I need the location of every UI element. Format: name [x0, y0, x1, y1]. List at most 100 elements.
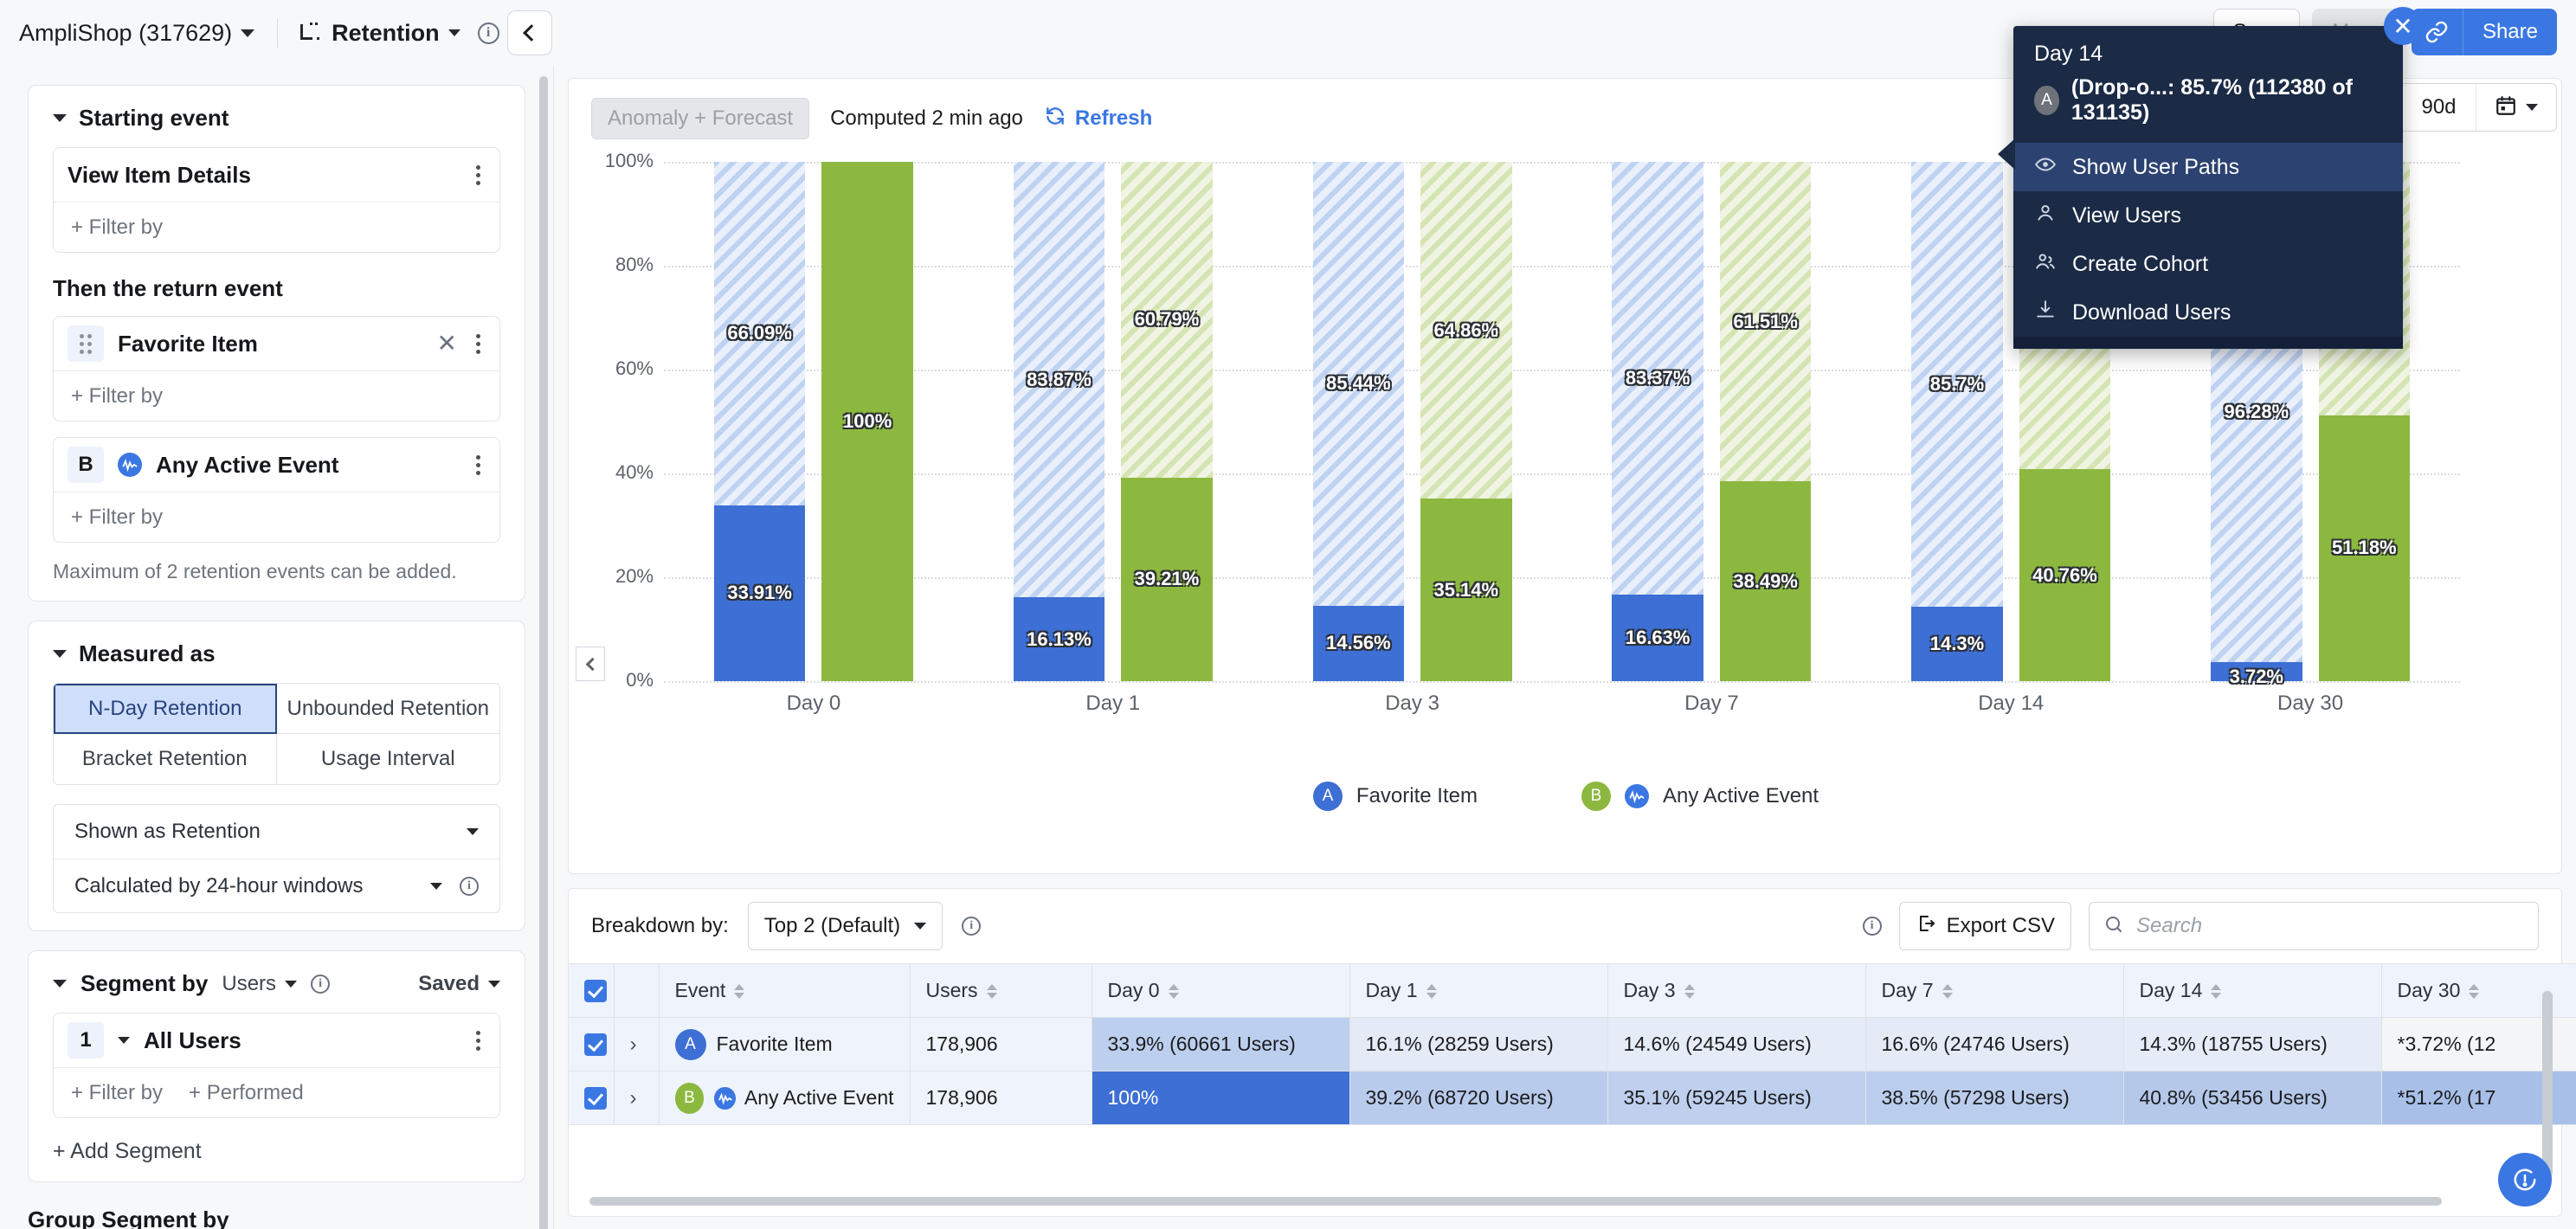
- calculated-by-dropdown[interactable]: Calculated by 24-hour windows i: [54, 859, 499, 912]
- share-button[interactable]: Share: [2463, 9, 2557, 55]
- col-day-0[interactable]: Day 0: [1092, 964, 1349, 1018]
- col-day-1[interactable]: Day 1: [1349, 964, 1607, 1018]
- info-icon[interactable]: i: [1863, 917, 1882, 936]
- help-fab-button[interactable]: [2498, 1153, 2552, 1206]
- shown-as-dropdown[interactable]: Shown as Retention: [54, 805, 499, 859]
- bar-series-a[interactable]: 85.44%14.56%: [1313, 162, 1404, 681]
- col-day-7[interactable]: Day 7: [1865, 964, 2123, 1018]
- return-event-b-row[interactable]: B Any Active Event: [54, 438, 499, 492]
- bar-series-a[interactable]: 83.87%16.13%: [1014, 162, 1104, 681]
- bar-retained[interactable]: 35.14%: [1420, 499, 1511, 681]
- search-box[interactable]: [2089, 902, 2539, 950]
- range-90d-button[interactable]: 90d: [2402, 84, 2476, 131]
- add-segment-link[interactable]: + Add Segment: [29, 1118, 525, 1164]
- filter-by-link[interactable]: + Filter by: [71, 1081, 163, 1105]
- more-options-icon[interactable]: [471, 329, 486, 359]
- bar-dropped[interactable]: 64.86%: [1420, 162, 1511, 499]
- table-horizontal-scrollbar[interactable]: [589, 1197, 2442, 1206]
- bar-retained[interactable]: 100%: [821, 162, 912, 681]
- measured-as-header[interactable]: Measured as: [29, 640, 525, 683]
- bar-retained[interactable]: 39.21%: [1121, 478, 1212, 681]
- col-event[interactable]: Event: [659, 964, 910, 1018]
- menu-item-create-cohort[interactable]: Create Cohort: [2013, 240, 2403, 288]
- col-day-14[interactable]: Day 14: [2123, 964, 2381, 1018]
- chart-type-selector[interactable]: Retention: [300, 20, 460, 47]
- bar-series-b[interactable]: 60.79%39.21%: [1121, 162, 1212, 681]
- drag-handle[interactable]: [68, 325, 104, 362]
- row-expand-cell[interactable]: ›: [614, 1071, 659, 1125]
- bar-retained[interactable]: 16.13%: [1014, 597, 1104, 681]
- bar-retained[interactable]: 3.72%: [2211, 662, 2302, 681]
- row-checkbox[interactable]: [584, 1033, 607, 1056]
- close-icon[interactable]: ✕: [2384, 7, 2422, 45]
- bar-series-a[interactable]: 83.37%16.63%: [1612, 162, 1703, 681]
- info-icon[interactable]: i: [311, 975, 330, 994]
- col-users[interactable]: Users: [910, 964, 1092, 1018]
- bar-dropped[interactable]: 83.37%: [1612, 162, 1703, 595]
- starting-event-header[interactable]: Starting event: [29, 105, 525, 147]
- bar-retained[interactable]: 38.49%: [1720, 481, 1811, 681]
- row-expand-cell[interactable]: ›: [614, 1018, 659, 1071]
- remove-event-icon[interactable]: ✕: [437, 331, 457, 356]
- refresh-button[interactable]: Refresh: [1044, 105, 1152, 133]
- legend-item-b[interactable]: B Any Active Event: [1581, 782, 1819, 811]
- row-checkbox[interactable]: [584, 1087, 607, 1110]
- menu-item-download-users[interactable]: Download Users: [2013, 288, 2403, 337]
- bar-dropped[interactable]: 60.79%: [1121, 162, 1212, 478]
- bar-series-a[interactable]: 85.7%14.3%: [1911, 162, 2002, 681]
- bar-retained[interactable]: 14.3%: [1911, 607, 2002, 681]
- export-csv-button[interactable]: Export CSV: [1899, 902, 2071, 950]
- bar-dropped[interactable]: 66.09%: [714, 162, 805, 505]
- info-icon[interactable]: i: [962, 917, 981, 936]
- menu-item-view-users[interactable]: View Users: [2013, 191, 2403, 240]
- collapse-sidebar-button[interactable]: [507, 10, 552, 55]
- info-icon[interactable]: i: [460, 877, 479, 896]
- bar-retained[interactable]: 14.56%: [1313, 606, 1404, 681]
- bar-retained[interactable]: 51.18%: [2319, 415, 2410, 681]
- sidebar: Starting event View Item Details + Filte…: [0, 66, 554, 1229]
- chevron-down-icon[interactable]: [118, 1037, 130, 1044]
- saved-dropdown[interactable]: Saved: [418, 972, 500, 996]
- starting-event-row[interactable]: View Item Details: [54, 148, 499, 202]
- table-row[interactable]: › B Any Active Event 178,906 100% 39.2% …: [569, 1071, 2576, 1125]
- project-selector[interactable]: AmpliShop (317629): [19, 20, 254, 47]
- segment-unit-dropdown[interactable]: Users: [222, 972, 297, 996]
- anomaly-forecast-button[interactable]: Anomaly + Forecast: [591, 98, 809, 139]
- filter-by-link[interactable]: + Filter by: [71, 216, 163, 240]
- bar-dropped[interactable]: 61.51%: [1720, 162, 1811, 481]
- option-n-day-retention[interactable]: N-Day Retention: [54, 684, 277, 734]
- table-row[interactable]: › AFavorite Item 178,906 33.9% (60661 Us…: [569, 1018, 2576, 1071]
- more-options-icon[interactable]: [471, 1026, 486, 1056]
- return-event-a-row[interactable]: Favorite Item ✕: [54, 317, 499, 370]
- table-vertical-scrollbar[interactable]: [2542, 991, 2553, 1178]
- calendar-picker-button[interactable]: [2476, 84, 2556, 131]
- bar-retained[interactable]: 33.91%: [714, 505, 805, 681]
- option-bracket-retention[interactable]: Bracket Retention: [54, 734, 277, 784]
- select-all-checkbox[interactable]: [584, 980, 607, 1002]
- more-options-icon[interactable]: [471, 450, 486, 480]
- filter-by-link[interactable]: + Filter by: [71, 384, 163, 409]
- bar-retained[interactable]: 16.63%: [1612, 595, 1703, 681]
- sidebar-scrollbar[interactable]: [539, 76, 548, 1229]
- filter-by-link[interactable]: + Filter by: [71, 505, 163, 530]
- bar-retained[interactable]: 40.76%: [2019, 469, 2110, 681]
- chevron-down-icon[interactable]: [53, 980, 67, 988]
- col-day-3[interactable]: Day 3: [1607, 964, 1865, 1018]
- performed-link[interactable]: + Performed: [189, 1081, 304, 1105]
- option-unbounded-retention[interactable]: Unbounded Retention: [277, 684, 500, 734]
- more-options-icon[interactable]: [471, 160, 486, 190]
- bar-dropped[interactable]: 85.44%: [1313, 162, 1404, 606]
- legend-item-a[interactable]: A Favorite Item: [1313, 782, 1478, 811]
- info-icon[interactable]: i: [478, 23, 499, 44]
- bar-series-b[interactable]: 0%100%: [821, 162, 912, 681]
- bar-dropped[interactable]: 85.7%: [1911, 162, 2002, 607]
- menu-item-show-user-paths[interactable]: Show User Paths: [2013, 143, 2403, 191]
- bar-dropped[interactable]: 83.87%: [1014, 162, 1104, 597]
- breakdown-dropdown[interactable]: Top 2 (Default): [748, 902, 943, 950]
- search-input[interactable]: [2136, 914, 2524, 938]
- bar-series-b[interactable]: 61.51%38.49%: [1720, 162, 1811, 681]
- option-usage-interval[interactable]: Usage Interval: [277, 734, 500, 784]
- bar-series-b[interactable]: 64.86%35.14%: [1420, 162, 1511, 681]
- segment-row[interactable]: 1 All Users: [54, 1013, 499, 1067]
- bar-series-a[interactable]: 66.09%33.91%: [714, 162, 805, 681]
